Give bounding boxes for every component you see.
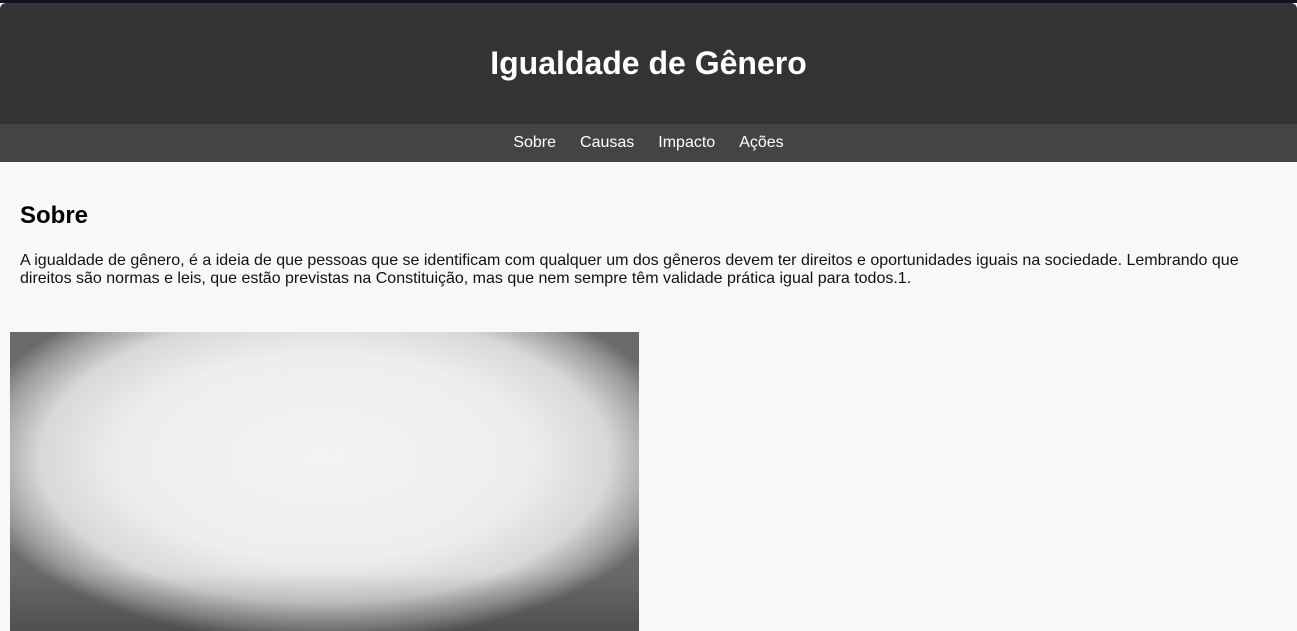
nav-link-acoes[interactable]: Ações	[727, 134, 795, 152]
about-paragraph: A igualdade de gênero, é a ideia de que …	[20, 252, 1239, 287]
nav-link-sobre[interactable]: Sobre	[501, 134, 568, 152]
site-header: Igualdade de Gênero	[0, 3, 1297, 124]
about-heading: Sobre	[20, 202, 89, 229]
main-content: Sobre A igualdade de gênero, é a ideia d…	[0, 162, 1297, 288]
main-nav: Sobre Causas Impacto Ações	[0, 124, 1297, 162]
nav-link-causas[interactable]: Causas	[568, 134, 646, 152]
nav-link-impacto[interactable]: Impacto	[646, 134, 727, 152]
about-section: Sobre A igualdade de gênero, é a ideia d…	[20, 202, 1277, 288]
about-image	[10, 332, 639, 631]
site-title: Igualdade de Gênero	[490, 45, 807, 81]
